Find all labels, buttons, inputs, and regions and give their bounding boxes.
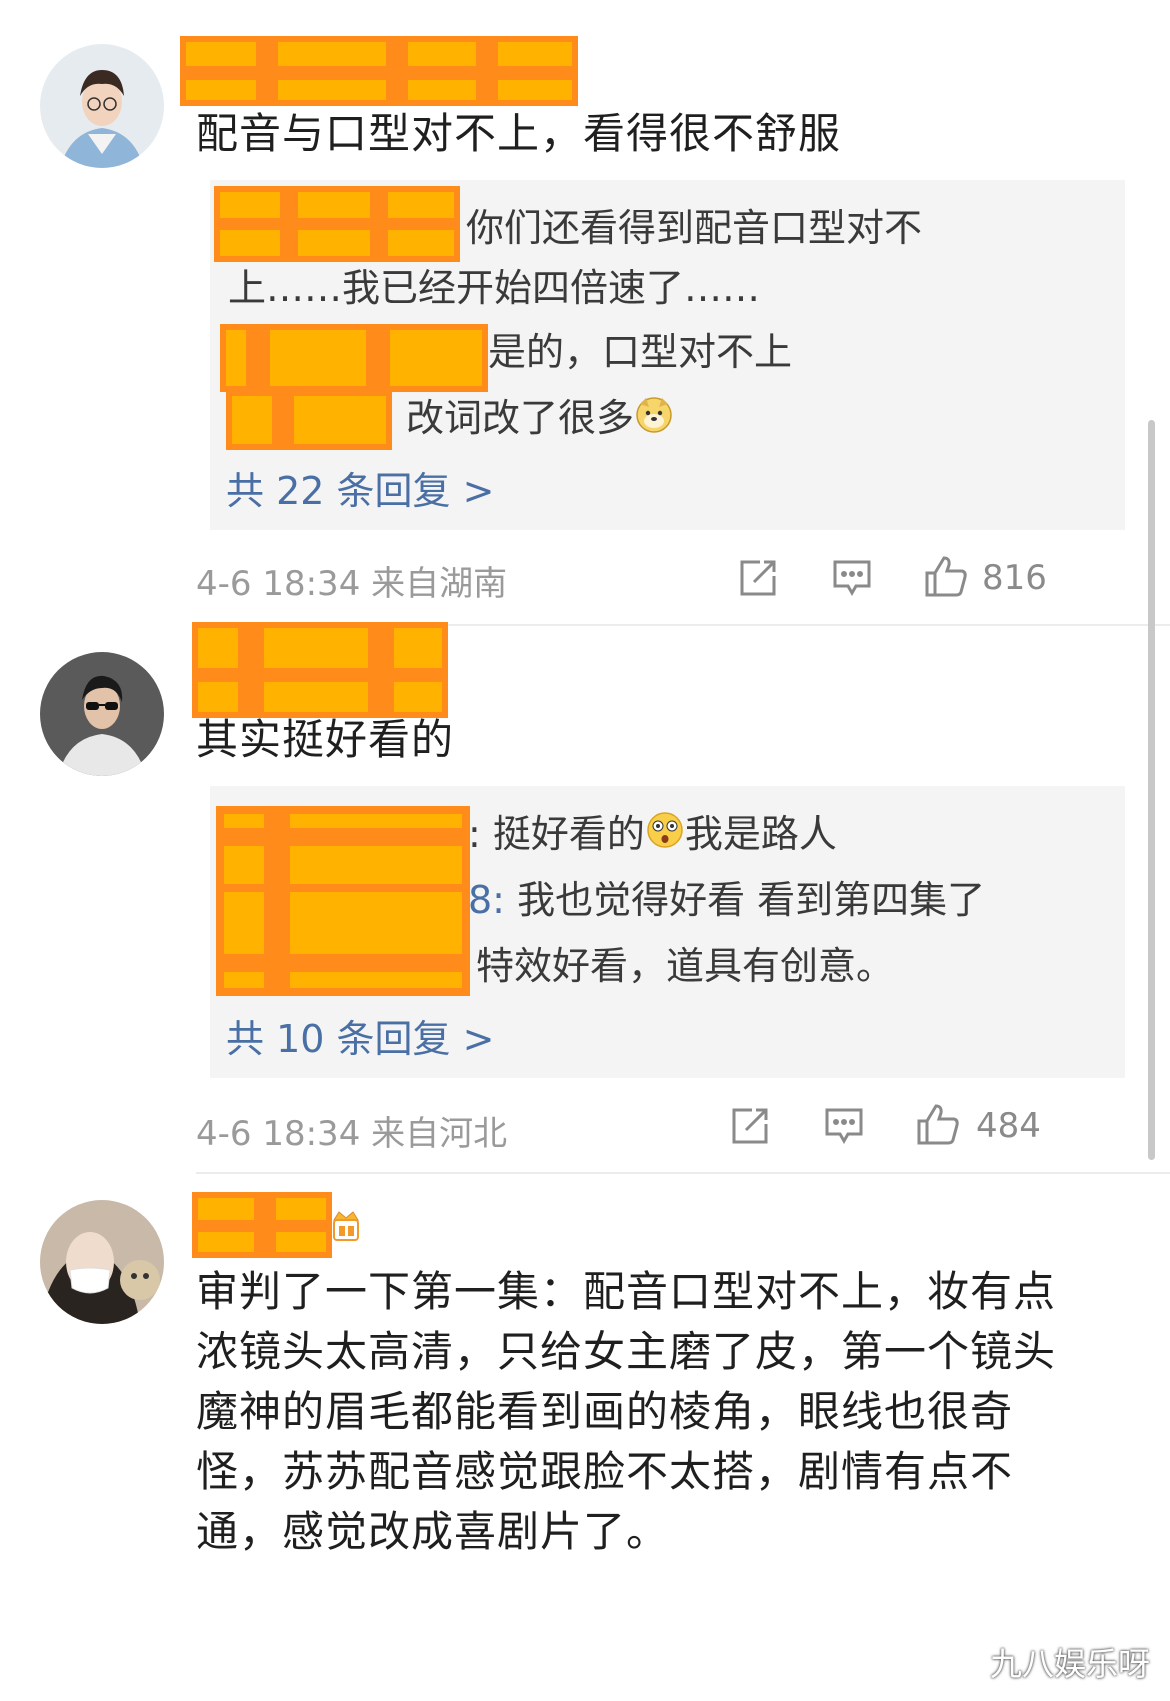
scrollbar[interactable]: [1148, 420, 1155, 1160]
divider: [196, 1172, 1170, 1174]
reply-text: 上……我已经开始四倍速了……: [228, 266, 761, 310]
reply-text-content: 我是路人: [684, 812, 837, 856]
avatar[interactable]: [40, 1200, 164, 1324]
comment-text-line: 审判了一下第一集：配音口型对不上，妆有点: [196, 1267, 1057, 1316]
comment-text-line: 浓镜头太高清，只给女主磨了皮，第一个镜头: [196, 1327, 1057, 1376]
reply-text: 改词改了很多: [406, 390, 674, 449]
redacted-reply-username: [216, 806, 470, 996]
surprised-emoji: [645, 809, 685, 865]
share-icon[interactable]: [730, 1106, 770, 1150]
comment-text-line: 通，感觉改成喜剧片了。: [196, 1507, 670, 1556]
comment-icon[interactable]: [832, 558, 872, 602]
like-icon[interactable]: [924, 554, 968, 602]
redacted-username: [192, 1192, 332, 1258]
redacted-reply-username: [220, 324, 488, 392]
reply-text: : 挺好看的 我是路人: [468, 806, 837, 865]
comment-icon[interactable]: [824, 1106, 864, 1150]
timestamp-value: 4-6 18:34: [196, 564, 361, 604]
comment-timestamp: 4-6 18:34 来自河北: [196, 1106, 507, 1155]
reply-text: 是的，口型对不上: [488, 330, 793, 374]
comment-timestamp: 4-6 18:34 来自湖南: [196, 556, 507, 605]
doge-emoji: [634, 393, 674, 449]
like-count: 484: [976, 1106, 1041, 1146]
reply-text: 特效好看，道具有创意。: [476, 944, 895, 988]
reply-box[interactable]: 你们还看得到配音口型对不 上……我已经开始四倍速了…… 是的，口型对不上 改词改…: [210, 180, 1125, 530]
comment-text: 配音与口型对不上，看得很不舒服: [196, 109, 842, 158]
redacted-reply-username: [214, 186, 460, 262]
location-text: 来自河北: [371, 1114, 508, 1154]
crown-badge-icon: [330, 1206, 362, 1250]
more-replies-link[interactable]: 共 10 条回复 >: [226, 1008, 494, 1063]
reply-text-content: 我也觉得好看 看到第四集了: [517, 878, 986, 922]
redacted-username: [180, 36, 578, 106]
comment-text-line: 魔神的眉毛都能看到画的棱角，眼线也很奇: [196, 1387, 1014, 1436]
location-text: 来自湖南: [371, 564, 508, 604]
reply-text: 你们还看得到配音口型对不: [466, 206, 923, 250]
reply-colon: :: [468, 812, 481, 856]
avatar[interactable]: [40, 44, 164, 168]
watermark: 九八娱乐呀: [989, 1645, 1150, 1683]
reply-box[interactable]: : 挺好看的 我是路人 8: 我也觉得好看 看到第四集了 特效好看，道具有创意。…: [210, 786, 1125, 1078]
redacted-reply-username: [226, 390, 392, 450]
like-count: 816: [982, 558, 1047, 598]
comment-text: 其实挺好看的: [196, 715, 455, 764]
redacted-username: [192, 622, 448, 718]
reply-text-content: 改词改了很多: [406, 396, 635, 440]
more-replies-link[interactable]: 共 22 条回复 >: [226, 460, 494, 515]
timestamp-value: 4-6 18:34: [196, 1114, 361, 1154]
reply-text: 8: 我也觉得好看 看到第四集了: [468, 872, 985, 928]
comment-text-line: 怪，苏苏配音感觉跟脸不太搭，剧情有点不: [196, 1447, 1014, 1496]
reply-user-id[interactable]: 8:: [468, 878, 505, 922]
share-icon[interactable]: [738, 558, 778, 602]
avatar[interactable]: [40, 652, 164, 776]
reply-text-content: 挺好看的: [492, 812, 645, 856]
like-icon[interactable]: [916, 1102, 960, 1150]
